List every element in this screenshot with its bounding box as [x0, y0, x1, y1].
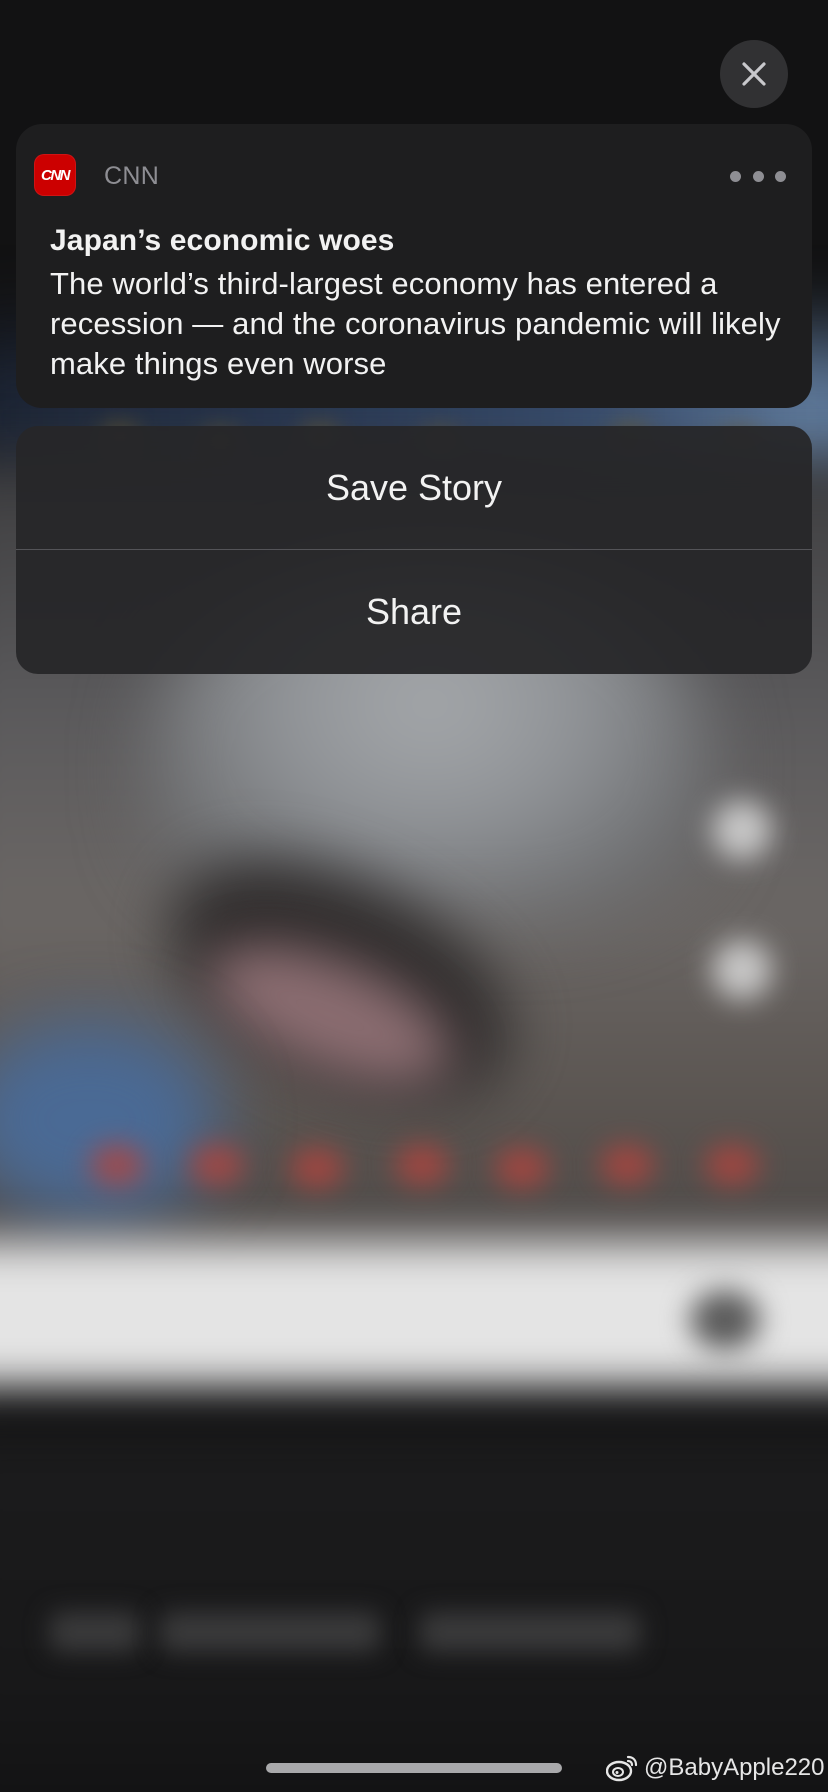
close-icon — [742, 62, 766, 86]
notification-actions: Save Story Share — [16, 426, 812, 674]
close-button[interactable] — [720, 40, 788, 108]
watermark-text: @BabyApple220 — [644, 1754, 825, 1781]
share-button[interactable]: Share — [16, 550, 812, 674]
watermark: @BabyApple220 — [606, 1752, 825, 1784]
notification-card[interactable]: CNN CNN Japan’s economic woes The world’… — [16, 124, 812, 408]
home-indicator[interactable] — [266, 1763, 562, 1773]
cnn-app-icon: CNN — [34, 154, 76, 196]
ellipsis-icon — [730, 170, 741, 182]
screen: CNN CNN Japan’s economic woes The world’… — [0, 0, 828, 1792]
more-options-button[interactable] — [730, 164, 786, 188]
notification-body: The world’s third-largest economy has en… — [50, 266, 781, 381]
notification-title: Japan’s economic woes — [50, 224, 395, 257]
app-name: CNN — [104, 162, 160, 190]
weibo-logo-icon — [606, 1755, 638, 1782]
save-story-button[interactable]: Save Story — [16, 426, 812, 550]
